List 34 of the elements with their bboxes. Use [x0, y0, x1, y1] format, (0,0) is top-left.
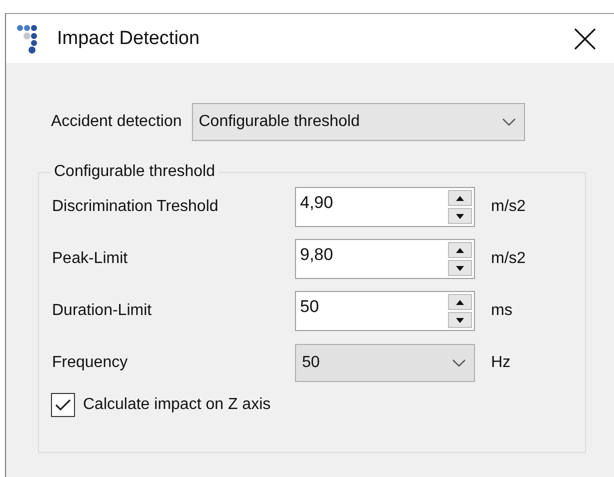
- spin-down-button[interactable]: [448, 260, 472, 276]
- field-label: Accident detection: [51, 113, 182, 131]
- dropdown[interactable]: 50: [295, 344, 475, 382]
- up-arrow-icon: [456, 196, 464, 200]
- spin-up-button[interactable]: [448, 242, 472, 258]
- dropdown[interactable]: Configurable threshold: [192, 103, 525, 141]
- field-label: Frequency: [52, 354, 129, 372]
- unit-label: m/s2: [491, 250, 526, 268]
- checkbox-label: Calculate impact on Z axis: [83, 396, 271, 414]
- chevron-down-icon: [502, 118, 516, 126]
- field-label: Duration-Limit: [52, 302, 153, 320]
- down-arrow-icon: [456, 266, 464, 270]
- unit-label: m/s2: [491, 198, 526, 216]
- up-arrow-icon: [456, 300, 464, 304]
- checkmark-icon: [55, 399, 71, 411]
- field-label: Discrimination Treshold: [52, 198, 220, 216]
- spin-up-button[interactable]: [448, 190, 472, 206]
- unit-label: Hz: [491, 354, 511, 372]
- down-arrow-icon: [456, 214, 464, 218]
- spin-down-button[interactable]: [448, 312, 472, 328]
- checkbox[interactable]: [51, 393, 75, 417]
- up-arrow-icon: [456, 248, 464, 252]
- unit-label: ms: [491, 302, 512, 320]
- number-field[interactable]: 50: [295, 291, 475, 331]
- field-label: Peak-Limit: [52, 250, 129, 268]
- number-field[interactable]: 4,90: [295, 187, 475, 227]
- spin-up-button[interactable]: [448, 294, 472, 310]
- group-title: Configurable threshold: [53, 163, 216, 181]
- down-arrow-icon: [456, 318, 464, 322]
- spin-down-button[interactable]: [448, 208, 472, 224]
- number-field[interactable]: 9,80: [295, 239, 475, 279]
- close-icon: [574, 28, 596, 50]
- window-title: Impact Detection: [57, 28, 201, 50]
- chevron-down-icon: [452, 359, 466, 367]
